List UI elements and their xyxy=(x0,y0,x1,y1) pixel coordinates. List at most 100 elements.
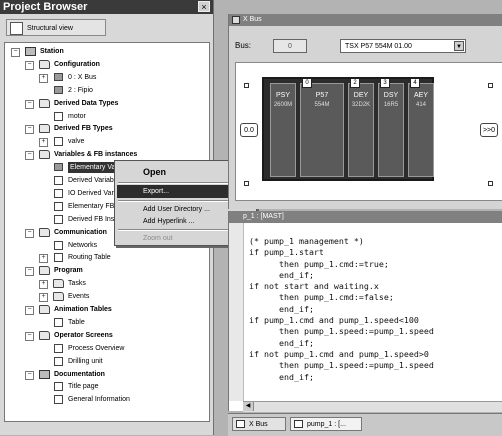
doc-icon xyxy=(54,253,63,263)
doc-icon xyxy=(54,214,63,224)
collapse-icon[interactable]: − xyxy=(25,99,34,109)
code-line: if not start and waiting.x xyxy=(249,281,379,292)
code-line: (* pump_1 management *) xyxy=(249,236,364,246)
module-name: DSY xyxy=(383,92,399,99)
tree-item-label: Configuration xyxy=(54,60,100,68)
collapse-icon[interactable]: − xyxy=(25,151,34,161)
code-line: if not pump_1.cmd and pump_1.speed>0 xyxy=(249,348,429,359)
folder-icon xyxy=(53,279,64,289)
doc-icon xyxy=(54,356,63,366)
rack-module[interactable]: 2 DEY 32D2K xyxy=(348,78,374,177)
code-line: then pump_1.speed:=pump_1.speed xyxy=(249,360,434,371)
doc-icon xyxy=(54,201,63,211)
doc-icon xyxy=(54,111,63,121)
station-icon xyxy=(25,47,36,56)
scroll-left-icon[interactable]: ◀ xyxy=(243,402,254,411)
collapse-icon[interactable]: − xyxy=(25,331,34,341)
project-browser-title: Project Browser xyxy=(0,0,213,14)
tree-item-label: Program xyxy=(54,267,83,275)
rack-anchor-icon xyxy=(244,83,249,88)
module-name: P57 xyxy=(315,92,329,99)
code-line: then pump_1.cmd:=true; xyxy=(249,258,389,269)
bus-label: Bus: xyxy=(235,41,252,50)
folder-icon xyxy=(39,124,50,134)
tab-pump-1[interactable]: pump_1 : [... xyxy=(290,417,362,431)
processor-select-value: TSX P57 554M 01.00 xyxy=(345,43,412,50)
code-text-area[interactable]: (* pump_1 management *) if pump_1.start t… xyxy=(249,236,501,406)
folder-icon xyxy=(39,59,50,69)
module-ref: 414 xyxy=(415,102,426,108)
structural-view-button[interactable]: Structural view xyxy=(6,19,106,36)
expand-icon[interactable]: + xyxy=(39,293,48,303)
tree-item-label: 2 : Fipio xyxy=(68,86,93,94)
module-ref: 32D2K xyxy=(351,102,371,108)
project-browser-toolbar: Structural view xyxy=(2,18,212,38)
folder-icon xyxy=(39,266,50,276)
expand-icon[interactable]: + xyxy=(39,73,48,83)
tree-item-label: Derived FB Types xyxy=(54,125,113,133)
close-icon[interactable]: × xyxy=(198,1,210,12)
code-line: if pump_1.start xyxy=(249,247,324,258)
tree-item-label: 0 : X Bus xyxy=(68,73,97,81)
folder-icon xyxy=(53,292,64,302)
collapse-icon[interactable]: − xyxy=(11,48,20,57)
collapse-icon[interactable]: − xyxy=(25,60,34,70)
xbus-icon xyxy=(236,420,245,428)
module-ref: 554M xyxy=(314,102,330,108)
code-line: then pump_1.cmd:=false; xyxy=(249,292,394,303)
chevron-down-icon[interactable]: ▼ xyxy=(454,41,464,51)
tree-item-label: Events xyxy=(68,293,90,301)
folder-icon xyxy=(39,305,50,314)
rack-nav-left-button[interactable]: 0.0 xyxy=(240,123,258,137)
module-ref: 2600M xyxy=(273,102,293,108)
rack-nav-right-button[interactable]: >>0 xyxy=(480,123,498,137)
tree-item-label: valve xyxy=(68,138,85,146)
tree-item-label: Documentation xyxy=(54,370,105,378)
rack-anchor-icon xyxy=(244,181,249,186)
code-line: end_if; xyxy=(249,337,314,348)
xbus-title: X Bus xyxy=(229,14,502,26)
expand-icon[interactable]: + xyxy=(39,254,48,264)
tab-label: X Bus xyxy=(249,421,268,428)
rack-module[interactable]: 3 DSY 16R5 xyxy=(378,78,404,177)
plc-rack[interactable]: PSY 2600M 0 P57 554M 2 DEY 32D2K 3 DSY 16R5 4 AEY 414 xyxy=(262,77,434,181)
leaf-icon xyxy=(54,85,63,94)
module-name: PSY xyxy=(275,92,290,99)
slot-number: 2 xyxy=(350,78,360,88)
rack-module[interactable]: PSY 2600M xyxy=(270,83,296,177)
tree-item-label: Title page xyxy=(68,383,99,391)
editor-gutter xyxy=(229,223,244,401)
doc-icon xyxy=(54,188,63,198)
tab-xbus[interactable]: X Bus xyxy=(232,417,286,431)
collapse-icon[interactable]: − xyxy=(25,306,34,315)
collapse-icon[interactable]: − xyxy=(25,370,34,380)
tree-item-label: Routing Table xyxy=(68,254,111,262)
doc-icon xyxy=(54,240,63,250)
tree-item-label: Derived Data Types xyxy=(54,99,119,107)
expand-icon[interactable]: + xyxy=(39,138,48,148)
rack-module[interactable]: 4 AEY 414 xyxy=(408,78,434,177)
bus-number-field[interactable]: 0 xyxy=(273,39,307,53)
slot-number: 3 xyxy=(380,78,390,88)
tree-item-label: Variables & FB instances xyxy=(54,151,138,159)
collapse-icon[interactable]: − xyxy=(25,267,34,277)
tree-item-label: Station xyxy=(40,48,64,55)
tree-item-label: Communication xyxy=(54,228,107,236)
folder-icon xyxy=(39,330,50,340)
collapse-icon[interactable]: − xyxy=(25,228,34,238)
code-icon xyxy=(294,420,303,428)
processor-select[interactable]: TSX P57 554M 01.00 ▼ xyxy=(340,39,466,53)
leaf-icon xyxy=(54,163,63,172)
tree-item-label: Drilling unit xyxy=(68,357,103,365)
xbus-window: X Bus Bus: 0 TSX P57 554M 01.00 ▼ 0.0 >>… xyxy=(228,14,502,209)
tree-item-label: Animation Tables xyxy=(54,306,112,313)
doc-icon xyxy=(54,395,63,405)
rack-module[interactable]: 0 P57 554M xyxy=(300,78,344,177)
collapse-icon[interactable]: − xyxy=(25,125,34,135)
expand-icon[interactable]: + xyxy=(39,280,48,290)
structural-view-label: Structural view xyxy=(27,25,73,32)
module-name: AEY xyxy=(413,92,428,99)
horizontal-scrollbar[interactable]: ◀ xyxy=(243,401,502,412)
window-icon xyxy=(232,16,240,24)
tree-item-label: Process Overview xyxy=(68,344,125,352)
